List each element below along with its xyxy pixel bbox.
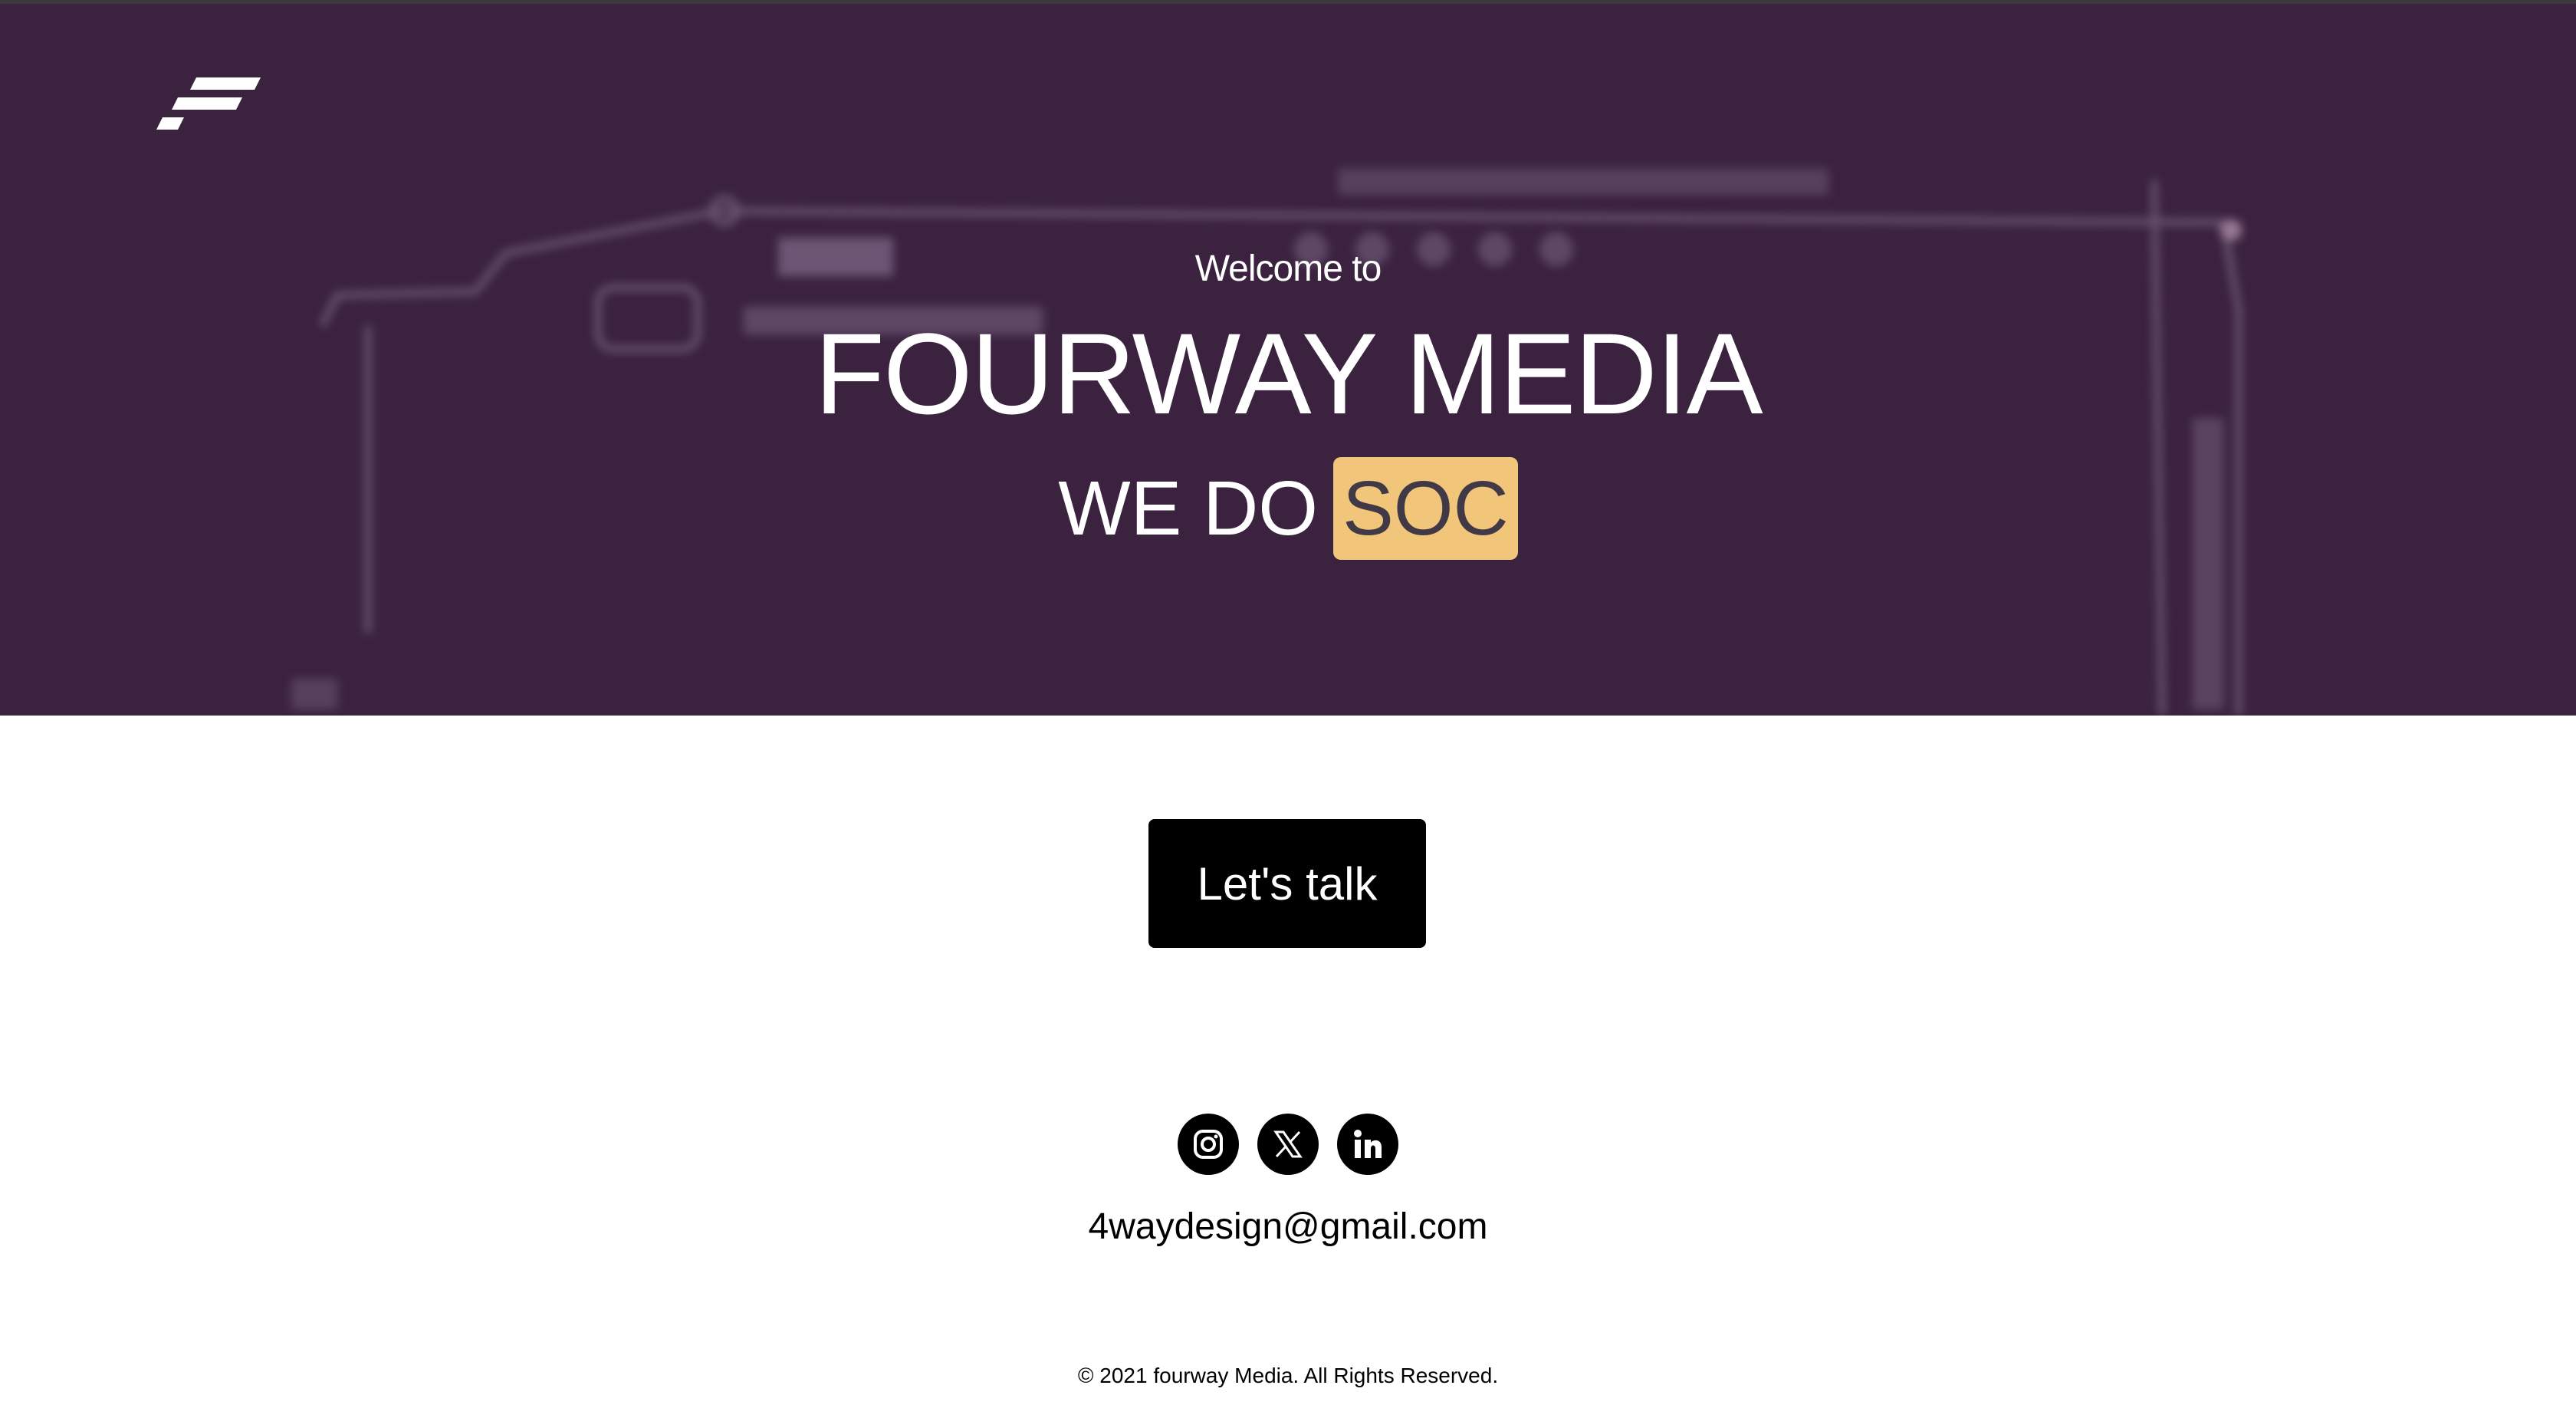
instagram-link[interactable]	[1178, 1114, 1239, 1175]
instagram-icon	[1194, 1130, 1223, 1159]
footer-copyright: © 2021 fourway Media. All Rights Reserve…	[1077, 1364, 1499, 1387]
x-icon	[1273, 1130, 1303, 1158]
linkedin-icon	[1354, 1130, 1382, 1158]
contact-email[interactable]: 4waydesign@gmail.com	[0, 1206, 2576, 1248]
tagline-highlight: SOC	[1333, 456, 1518, 560]
brand-title: FOURWAY MEDIA	[814, 309, 1763, 438]
fourway-logo[interactable]	[156, 77, 261, 130]
lets-talk-button[interactable]: Let's talk	[1148, 819, 1426, 948]
x-link[interactable]	[1257, 1114, 1319, 1175]
tagline-prefix: WE DO	[1058, 465, 1319, 551]
social-links	[0, 1114, 2576, 1175]
tagline: WE DO SOC	[0, 449, 2576, 562]
welcome-text: Welcome to	[1194, 248, 1382, 289]
linkedin-link[interactable]	[1337, 1114, 1398, 1175]
hero-banner: Welcome to FOURWAY MEDIA WE DO SOC	[0, 4, 2576, 716]
